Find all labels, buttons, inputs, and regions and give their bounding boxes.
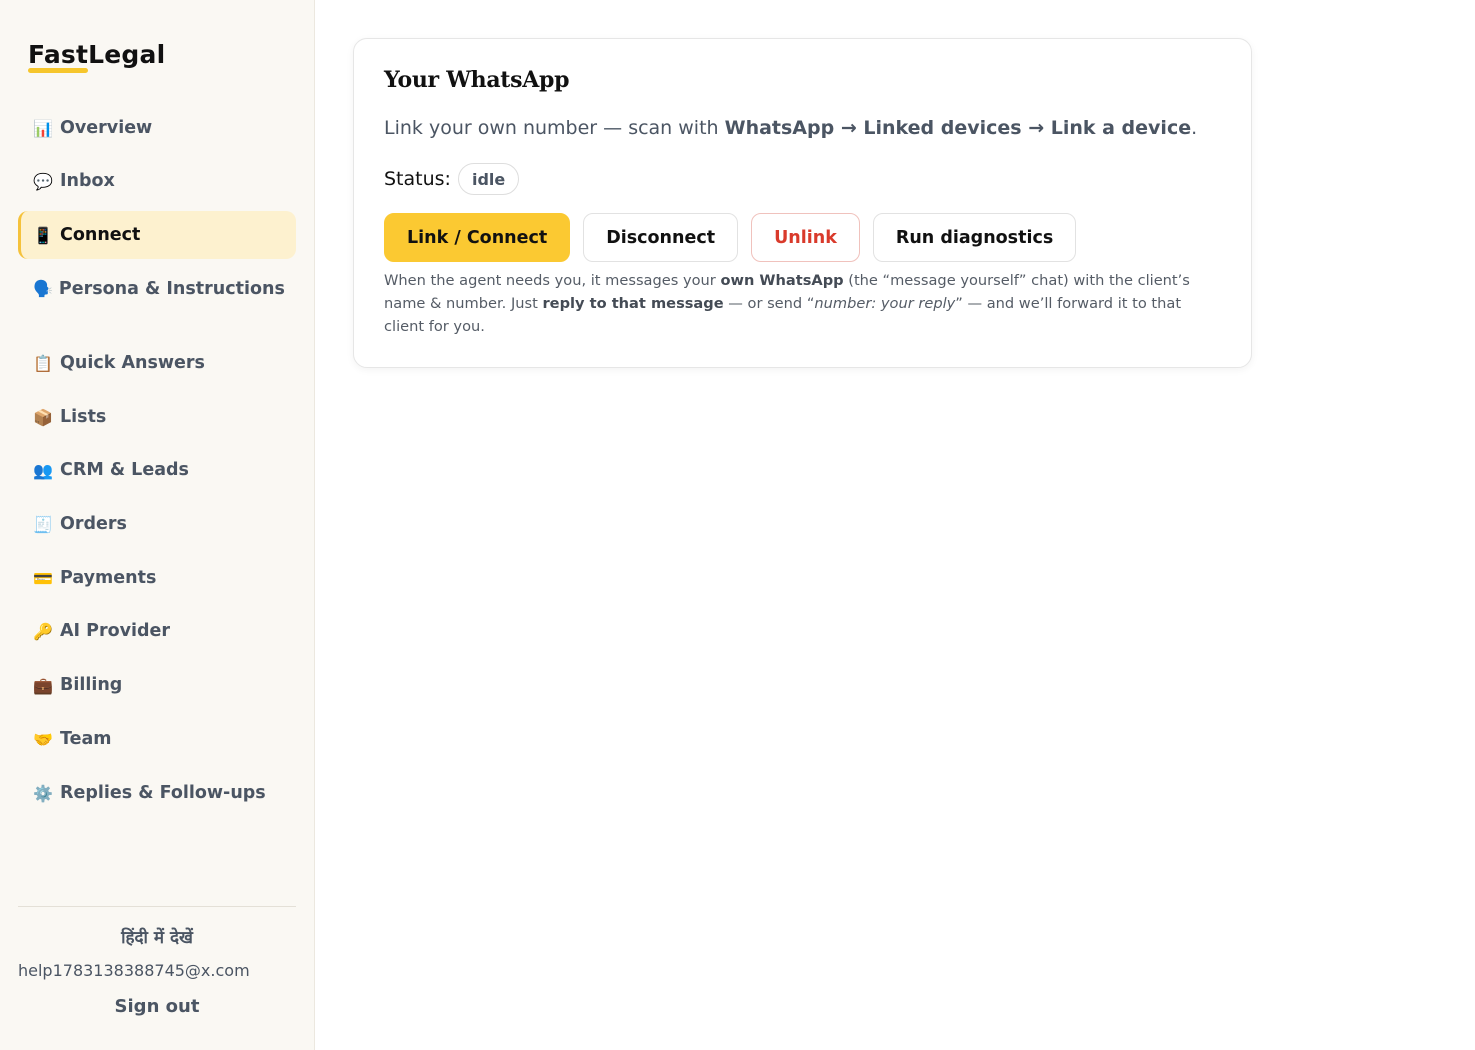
clipboard-icon: 📋 (33, 353, 53, 373)
card-title: Your WhatsApp (384, 67, 570, 93)
brand-underline (28, 68, 88, 73)
key-icon: 🔑 (33, 621, 53, 641)
sidebar-item-label: Quick Answers (60, 353, 205, 373)
sidebar-divider (18, 906, 296, 907)
sidebar-item-label: Overview (60, 118, 153, 138)
sidebar-item-ai-provider[interactable]: 🔑 AI Provider (18, 607, 296, 655)
card-description-prefix: Link your own number — scan with (384, 117, 725, 139)
credit-card-icon: 💳 (33, 568, 53, 588)
help-text-part: — or send “ (723, 295, 815, 312)
action-buttons: Link / Connect Disconnect Unlink Run dia… (384, 213, 1089, 262)
brand-logo[interactable]: FastLegal (28, 40, 165, 69)
people-icon: 👥 (33, 460, 53, 480)
sidebar-item-label: Inbox (60, 171, 115, 191)
card-description-suffix: . (1191, 117, 1198, 139)
sidebar-item-quick-answers[interactable]: 📋 Quick Answers (18, 339, 296, 387)
sidebar-item-crm-leads[interactable]: 👥 CRM & Leads (18, 446, 296, 494)
sidebar-item-payments[interactable]: 💳 Payments (18, 554, 296, 602)
run-diagnostics-button[interactable]: Run diagnostics (872, 213, 1077, 262)
sidebar-item-team[interactable]: 🤝 Team (18, 715, 296, 763)
status-label: Status: (384, 168, 451, 190)
sidebar-item-inbox[interactable]: 💬 Inbox (18, 157, 296, 205)
receipt-icon: 🧾 (33, 514, 53, 534)
mobile-phone-icon: 📱 (33, 225, 53, 245)
sidebar-item-label: Lists (60, 407, 107, 427)
sidebar-item-persona[interactable]: 🗣️ Persona & Instructions (18, 276, 296, 328)
sidebar-item-label: AI Provider (60, 621, 171, 641)
speech-bubble-icon: 💬 (33, 171, 53, 191)
sidebar: FastLegal 📊 Overview 💬 Inbox 📱 Connect 🗣… (0, 0, 315, 1050)
sign-out-button[interactable]: Sign out (18, 996, 296, 1017)
help-text-part: When the agent needs you, it messages yo… (384, 272, 721, 289)
sidebar-item-replies-follow-ups[interactable]: ⚙️ Replies & Follow-ups (18, 769, 296, 817)
handshake-icon: 🤝 (33, 729, 53, 749)
status-badge: idle (457, 163, 520, 195)
gear-icon: ⚙️ (33, 783, 53, 803)
status-row: Status: idle (384, 163, 520, 195)
card-description-steps: WhatsApp → Linked devices → Link a devic… (724, 117, 1192, 139)
sidebar-item-label: Orders (60, 514, 127, 534)
speaking-head-icon: 🗣️ (33, 279, 53, 298)
sidebar-item-label: CRM & Leads (60, 460, 189, 480)
card-description: Link your own number — scan with WhatsAp… (384, 117, 1197, 139)
sidebar-item-orders[interactable]: 🧾 Orders (18, 500, 296, 548)
sidebar-item-billing[interactable]: 💼 Billing (18, 661, 296, 709)
briefcase-icon: 💼 (33, 675, 53, 695)
bar-chart-icon: 📊 (33, 118, 53, 138)
sidebar-item-lists[interactable]: 📦 Lists (18, 393, 296, 441)
whatsapp-connect-card: Your WhatsApp Link your own number — sca… (353, 38, 1252, 368)
sidebar-item-label: Payments (60, 568, 157, 588)
help-text-italic: number: your reply (814, 295, 956, 312)
unlink-button[interactable]: Unlink (751, 213, 860, 262)
package-icon: 📦 (33, 407, 53, 427)
sidebar-item-label: Persona & Instructions (58, 279, 285, 299)
user-email: help1783138388745@x.com (18, 961, 250, 980)
help-text-bold: reply to that message (542, 295, 724, 312)
link-connect-button[interactable]: Link / Connect (384, 213, 571, 262)
help-text: When the agent needs you, it messages yo… (384, 269, 1224, 338)
sidebar-item-overview[interactable]: 📊 Overview (18, 104, 296, 152)
sidebar-item-label: Team (60, 729, 112, 749)
sidebar-item-label-wrap: 🗣️ Persona & Instructions (33, 279, 285, 299)
sidebar-item-connect[interactable]: 📱 Connect (18, 211, 296, 259)
help-text-bold: own WhatsApp (720, 272, 844, 289)
language-toggle-link[interactable]: हिंदी में देखें (18, 925, 296, 948)
sidebar-item-label: Replies & Follow-ups (60, 783, 266, 803)
disconnect-button[interactable]: Disconnect (583, 213, 739, 262)
sidebar-item-label: Connect (60, 225, 141, 245)
sidebar-item-label: Billing (60, 675, 123, 695)
